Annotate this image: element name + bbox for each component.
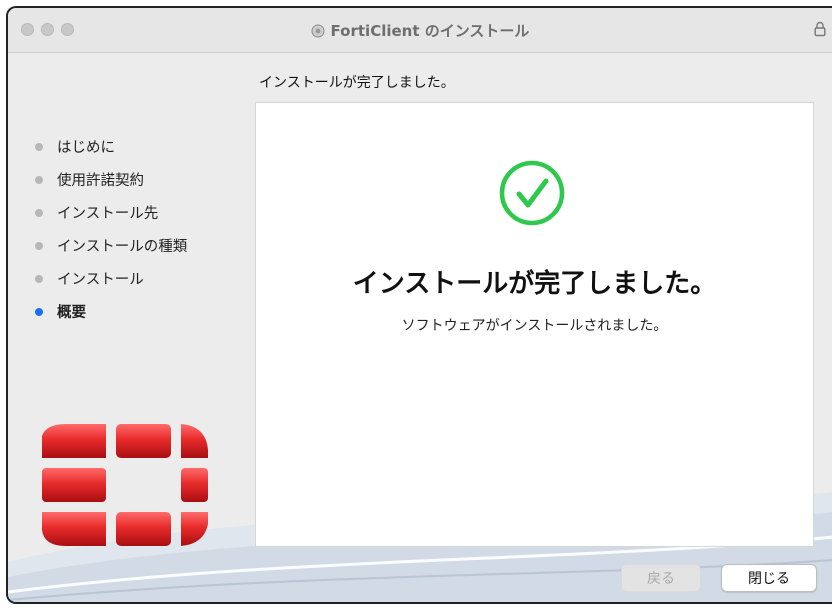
step-label: インストール	[57, 272, 144, 288]
completion-title: インストールが完了しました。	[352, 269, 717, 299]
step-label: インストール先	[57, 206, 159, 222]
completion-subtitle: ソフトウェアがインストールされました。	[401, 318, 668, 334]
step-label: はじめに	[57, 140, 115, 156]
sidebar-step-summary: 概要	[30, 295, 250, 328]
summary-panel: インストールが完了しました。 ソフトウェアがインストールされました。	[255, 102, 814, 547]
lock-icon	[814, 21, 826, 37]
close-button[interactable]: 閉じる	[721, 564, 817, 592]
window-title: FortiClient のインストール	[8, 20, 832, 41]
sidebar-step-license: 使用許諾契約	[30, 163, 250, 196]
sidebar-step-destination: インストール先	[30, 196, 250, 229]
step-dot-active-icon	[35, 307, 43, 316]
page-heading: インストールが完了しました。	[259, 75, 455, 91]
installer-package-icon	[311, 24, 325, 38]
back-button[interactable]: 戻る	[621, 564, 701, 592]
step-dot-icon	[35, 142, 43, 151]
title-bar[interactable]: FortiClient のインストール	[8, 8, 832, 53]
checkmark-circle-icon	[499, 160, 565, 226]
sidebar-step-install-type: インストールの種類	[30, 229, 250, 262]
step-dot-icon	[35, 274, 43, 283]
sidebar-step-introduction: はじめに	[30, 130, 250, 163]
installer-window: FortiClient のインストール インストールが完了しました。 はじめに …	[6, 6, 832, 604]
step-dot-icon	[35, 175, 43, 184]
step-dot-icon	[35, 208, 43, 217]
installer-steps-sidebar: はじめに 使用許諾契約 インストール先 インストールの種類 インストール 概要	[30, 130, 250, 328]
sidebar-step-installation: インストール	[30, 262, 250, 295]
step-dot-icon	[35, 241, 43, 250]
step-label: 使用許諾契約	[57, 173, 144, 189]
window-title-text: FortiClient のインストール	[330, 22, 530, 40]
step-label: インストールの種類	[57, 239, 188, 255]
step-label: 概要	[57, 305, 86, 321]
fortinet-logo	[42, 424, 208, 546]
